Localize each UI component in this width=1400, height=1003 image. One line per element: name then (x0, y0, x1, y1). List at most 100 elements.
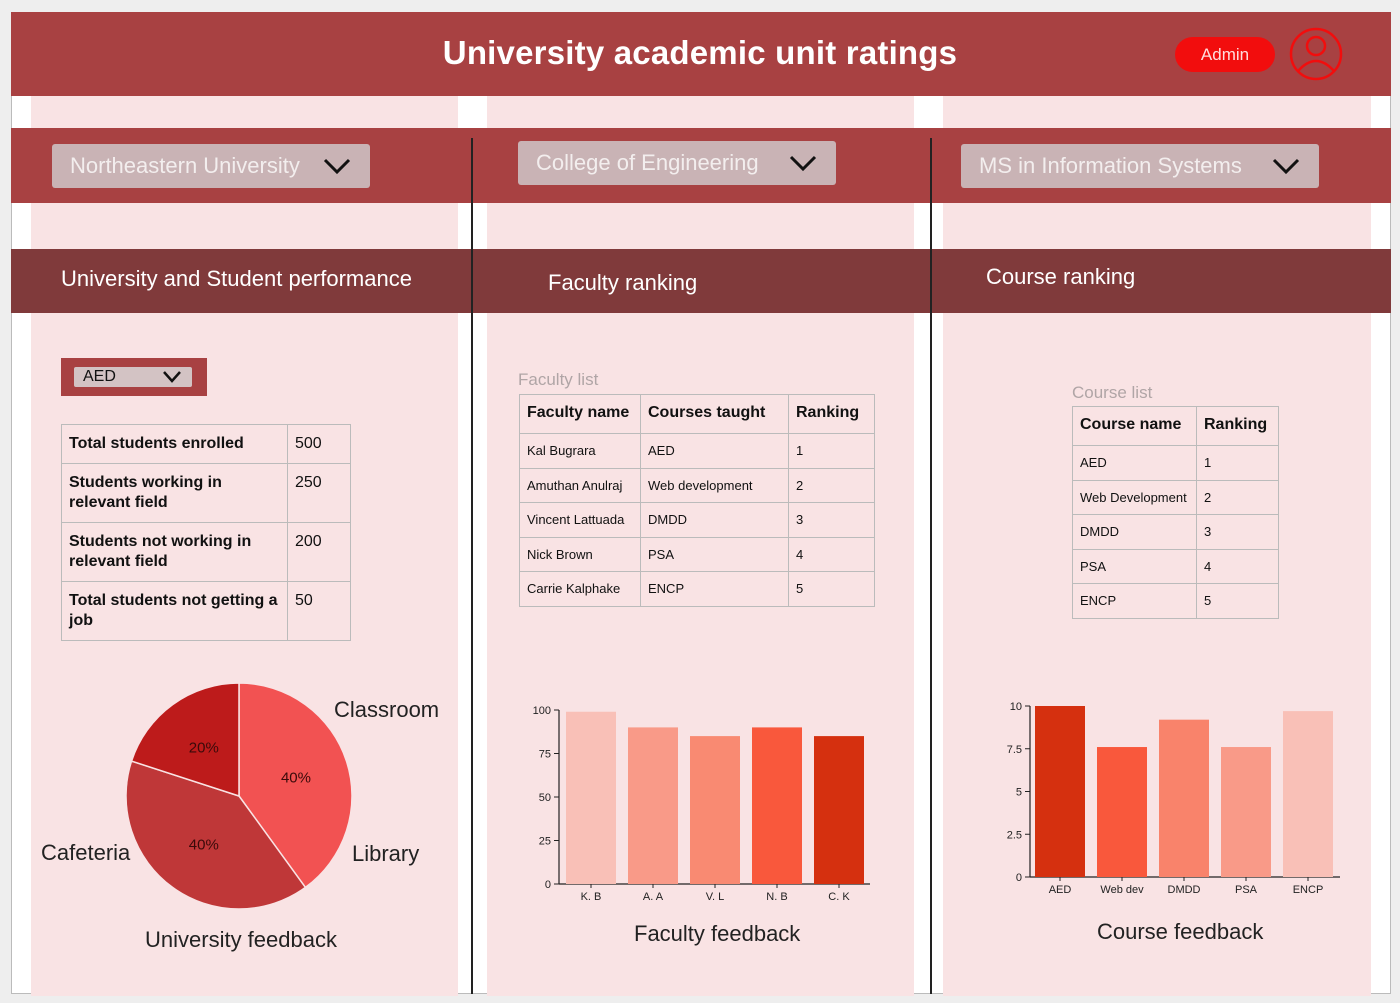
bar (1035, 706, 1085, 877)
table-row: Carrie Kalphake ENCP 5 (519, 571, 875, 607)
table-row: Students not working in relevant field 2… (61, 522, 351, 582)
y-tick-label: 75 (539, 749, 551, 761)
bar (1159, 719, 1209, 877)
x-tick-label: V. L (706, 891, 725, 903)
course-feedback-title: Course feedback (1097, 919, 1264, 944)
y-tick-label: 0 (545, 879, 551, 891)
pie-label-library: Library (352, 841, 420, 866)
table-row: Kal Bugrara AED 1 (519, 433, 875, 469)
table-row: Nick Brown PSA 4 (519, 536, 875, 572)
table-row: Amuthan Anulraj Web development 2 (519, 467, 875, 503)
x-tick-label: Web dev (1100, 884, 1144, 896)
table-cell: 5 (788, 571, 875, 607)
chevron-down-icon (789, 155, 817, 172)
x-tick-label: AED (1049, 884, 1072, 896)
table-cell: DMDD (1072, 514, 1197, 550)
course-feedback-bar-chart: 0 2.5 5 7.5 10 AED Web dev DMDD PSA ENCP (1007, 701, 1340, 896)
table-cell: ENCP (1072, 583, 1197, 619)
table-row: Total students not getting a job 50 (61, 581, 351, 641)
stat-value: 200 (287, 522, 351, 582)
pie-slice-value: 40% (281, 769, 311, 786)
faculty-table: Faculty name Courses taught Ranking Kal … (519, 394, 875, 607)
column-header: Faculty name (519, 394, 641, 434)
pie-label-cafeteria: Cafeteria (41, 840, 131, 865)
faculty-feedback-title: Faculty feedback (634, 921, 801, 946)
course-list-caption: Course list (1072, 383, 1153, 402)
chevron-down-icon (323, 158, 351, 175)
course-filter-value: AED (83, 368, 116, 385)
x-tick-label: A. A (643, 891, 664, 903)
table-cell: 1 (788, 433, 875, 469)
table-cell: 3 (788, 502, 875, 538)
table-cell: Vincent Lattuada (519, 502, 641, 538)
college-dropdown-value: College of Engineering (536, 150, 759, 175)
table-cell: Carrie Kalphake (519, 571, 641, 607)
table-row: ENCP 5 (1072, 583, 1279, 619)
table-cell: PSA (1072, 548, 1197, 584)
y-tick-label: 100 (533, 705, 551, 717)
course-filter: AED (61, 358, 207, 396)
stat-value: 500 (287, 424, 351, 464)
table-row: Vincent Lattuada DMDD 3 (519, 502, 875, 538)
x-tick-label: ENCP (1293, 884, 1324, 896)
program-dropdown-value: MS in Information Systems (979, 153, 1242, 178)
faculty-list-caption: Faculty list (518, 370, 599, 389)
user-circle-icon[interactable] (1289, 26, 1343, 82)
section-title-university: University and Student performance (61, 266, 412, 291)
y-tick-label: 5 (1016, 787, 1022, 799)
table-header-row: Faculty name Courses taught Ranking (519, 394, 875, 434)
bar (566, 711, 616, 884)
university-dropdown-value: Northeastern University (70, 153, 300, 178)
section-title-course: Course ranking (986, 264, 1136, 289)
column-header: Ranking (788, 394, 875, 434)
column-divider (930, 138, 932, 994)
program-dropdown[interactable]: MS in Information Systems (961, 144, 1319, 188)
stat-label: Students working in relevant field (61, 463, 288, 523)
university-feedback-pie-chart: 40% 40% 20% (125, 682, 353, 910)
table-cell: AED (640, 433, 789, 469)
table-cell: Amuthan Anulraj (519, 467, 641, 503)
table-cell: Kal Bugrara (519, 433, 641, 469)
table-cell: Web development (640, 467, 789, 503)
faculty-feedback-bar-chart: 0 25 50 75 100 K. B A. A V. L N. B C. K (533, 705, 870, 903)
admin-button[interactable]: Admin (1175, 37, 1275, 72)
bar (814, 736, 864, 884)
bar (1283, 711, 1333, 877)
bar (628, 727, 678, 884)
column-divider (471, 138, 473, 994)
table-cell: 1 (1196, 445, 1279, 481)
stat-label: Students not working in relevant field (61, 522, 288, 582)
college-dropdown[interactable]: College of Engineering (518, 141, 836, 185)
table-cell: 4 (788, 536, 875, 572)
bar (1221, 747, 1271, 877)
bar (752, 727, 802, 884)
table-header-row: Course name Ranking (1072, 406, 1279, 446)
column-header: Courses taught (640, 394, 789, 434)
table-cell: 4 (1196, 548, 1279, 584)
section-title-faculty: Faculty ranking (548, 270, 698, 295)
stat-label: Total students not getting a job (61, 581, 288, 641)
table-cell: Web Development (1072, 479, 1197, 515)
y-tick-label: 50 (539, 792, 551, 804)
table-cell: 5 (1196, 583, 1279, 619)
x-tick-label: K. B (581, 891, 602, 903)
pie-slice-value: 20% (189, 740, 219, 757)
x-tick-label: C. K (828, 891, 850, 903)
table-cell: AED (1072, 445, 1197, 481)
table-row: Students working in relevant field 250 (61, 463, 351, 523)
pie-label-classroom: Classroom (334, 697, 440, 722)
stat-label: Total students enrolled (61, 424, 288, 464)
university-dropdown[interactable]: Northeastern University (52, 144, 370, 188)
y-tick-label: 10 (1010, 701, 1022, 713)
stat-value: 250 (287, 463, 351, 523)
stat-value: 50 (287, 581, 351, 641)
bar (1097, 747, 1147, 877)
y-tick-label: 7.5 (1007, 744, 1022, 756)
table-row: Total students enrolled 500 (61, 424, 351, 464)
table-cell: 2 (788, 467, 875, 503)
table-row: AED 1 (1072, 445, 1279, 481)
x-tick-label: DMDD (1168, 884, 1201, 896)
course-filter-dropdown[interactable]: AED (74, 367, 192, 387)
table-cell: ENCP (640, 571, 789, 607)
table-row: PSA 4 (1072, 548, 1279, 584)
